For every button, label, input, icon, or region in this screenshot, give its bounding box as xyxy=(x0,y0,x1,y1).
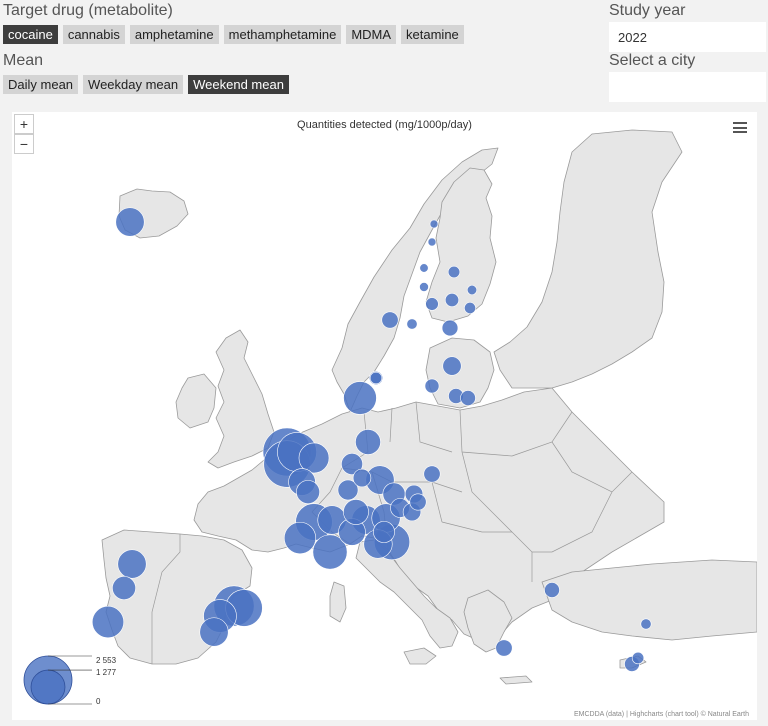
bubble-tampere[interactable] xyxy=(464,302,476,314)
bubble-finland-1[interactable] xyxy=(427,237,437,247)
country-ireland xyxy=(175,373,217,429)
island-sicily xyxy=(403,647,437,665)
bubble-copenhagen[interactable] xyxy=(343,381,377,415)
bubble-finland-5[interactable] xyxy=(444,292,460,308)
bubble-finland-6[interactable] xyxy=(466,284,478,296)
bubble-oulu[interactable] xyxy=(429,219,439,229)
drug-filter-pills: cocaine cannabis amphetamine methampheta… xyxy=(3,25,464,44)
bubble-germany-3[interactable] xyxy=(352,468,372,488)
zoom-out-button[interactable]: − xyxy=(14,134,34,154)
mean-pill-weekend[interactable]: Weekend mean xyxy=(188,75,289,94)
drug-pill-amphetamine[interactable]: amphetamine xyxy=(129,25,219,44)
study-year-label: Study year xyxy=(609,2,686,19)
bubble-cyprus-3[interactable] xyxy=(640,618,652,630)
bubble-lithuania-2[interactable] xyxy=(424,378,440,394)
drug-pill-cocaine[interactable]: cocaine xyxy=(3,25,58,44)
legend-mid-label: 1 277 xyxy=(96,668,117,677)
europe-map[interactable] xyxy=(12,112,757,720)
bubble-athens[interactable] xyxy=(495,639,513,657)
study-year-select[interactable]: 2022 xyxy=(609,22,766,52)
bubble-latvia[interactable] xyxy=(369,371,383,385)
bubble-lille[interactable] xyxy=(296,480,320,504)
bubble-cyprus-2[interactable] xyxy=(631,651,645,665)
bubble-bratislava[interactable] xyxy=(409,493,427,511)
drug-pill-mdma[interactable]: MDMA xyxy=(346,25,397,44)
mean-pill-weekday[interactable]: Weekday mean xyxy=(83,75,184,94)
bubble-sweden-1[interactable] xyxy=(406,318,418,330)
bubble-finland-2[interactable] xyxy=(419,263,429,273)
city-select[interactable] xyxy=(609,72,766,102)
map-credits: EMCDDA (data) | Highcharts (chart tool) … xyxy=(573,711,749,718)
hamburger-menu-icon[interactable] xyxy=(733,122,747,133)
island-sardinia xyxy=(329,581,347,623)
bubble-porto[interactable] xyxy=(117,549,147,579)
island-crete xyxy=(499,675,533,685)
bubble-lithuania-1[interactable] xyxy=(460,390,476,406)
bubble-turku[interactable] xyxy=(425,297,439,311)
bubble-iceland[interactable] xyxy=(115,207,145,237)
map-title: Quantities detected (mg/1000p/day) xyxy=(297,119,472,131)
city-select-label: Select a city xyxy=(609,52,696,69)
mean-pill-daily[interactable]: Daily mean xyxy=(3,75,79,94)
bubble-finland-3[interactable] xyxy=(419,282,429,292)
mean-filter-label: Mean xyxy=(3,52,44,69)
legend-max-label: 2 553 xyxy=(96,656,117,665)
drug-pill-ketamine[interactable]: ketamine xyxy=(401,25,464,44)
drug-filter-label: Target drug (metabolite) xyxy=(3,2,173,19)
map-panel: + − Quantities detected (mg/1000p/day) 2… xyxy=(12,112,757,720)
bubble-berlin[interactable] xyxy=(355,429,381,455)
bubble-basel[interactable] xyxy=(283,521,317,555)
bubble-croatia[interactable] xyxy=(373,521,395,543)
legend-circle-mid xyxy=(30,669,66,705)
bubble-estonia[interactable] xyxy=(442,356,462,376)
mean-filter-pills: Daily mean Weekday mean Weekend mean xyxy=(3,75,289,94)
bubble-coimbra[interactable] xyxy=(112,576,136,600)
bubble-stockholm[interactable] xyxy=(381,311,399,329)
drug-pill-methamphetamine[interactable]: methamphetamine xyxy=(223,25,342,44)
bubble-vienna[interactable] xyxy=(343,499,369,525)
bubble-helsinki[interactable] xyxy=(441,319,459,337)
bubble-istanbul[interactable] xyxy=(544,582,560,598)
drug-pill-cannabis[interactable]: cannabis xyxy=(62,25,125,44)
bubble-lisbon[interactable] xyxy=(91,605,125,639)
legend-min-label: 0 xyxy=(96,697,101,706)
bubble-finland-4[interactable] xyxy=(447,265,461,279)
bubble-poland[interactable] xyxy=(423,465,441,483)
bubble-spain-1[interactable] xyxy=(199,617,229,647)
